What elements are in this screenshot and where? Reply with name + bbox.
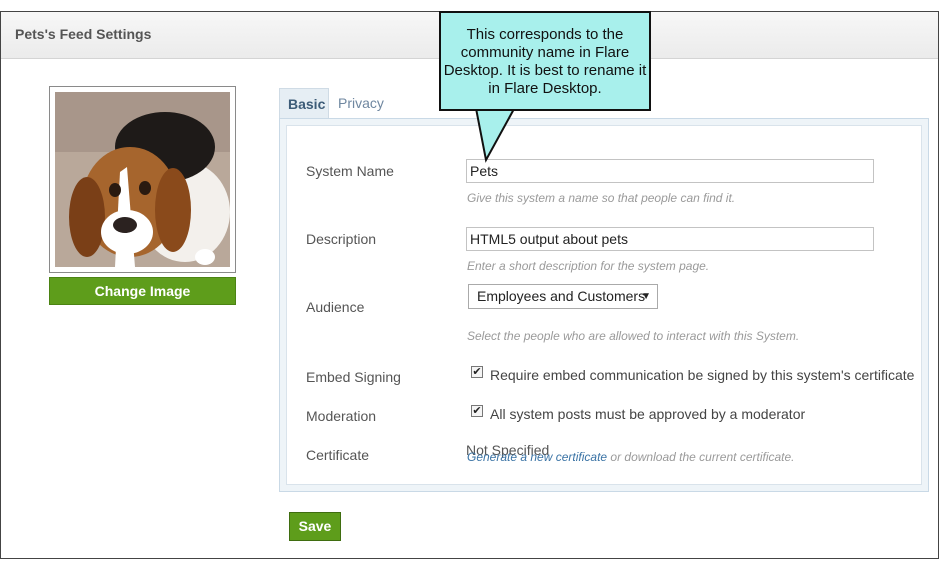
description-input[interactable]: HTML5 output about pets bbox=[466, 227, 874, 251]
change-image-button[interactable]: Change Image bbox=[49, 277, 236, 305]
page-title: Pets's Feed Settings bbox=[15, 26, 152, 42]
save-button[interactable]: Save bbox=[289, 512, 341, 541]
description-hint: Enter a short description for the system… bbox=[467, 259, 710, 273]
audience-hint: Select the people who are allowed to int… bbox=[467, 329, 800, 343]
embed-signing-text: Require embed communication be signed by… bbox=[490, 367, 915, 383]
moderation-text: All system posts must be approved by a m… bbox=[490, 406, 806, 422]
system-name-label: System Name bbox=[306, 163, 394, 179]
moderation-label: Moderation bbox=[306, 408, 377, 424]
system-name-hint: Give this system a name so that people c… bbox=[467, 191, 736, 205]
embed-signing-label: Embed Signing bbox=[306, 369, 401, 385]
description-label: Description bbox=[306, 231, 377, 247]
certificate-actions: Generate a new certificate or download t… bbox=[467, 450, 795, 464]
moderation-checkbox[interactable]: ✔ bbox=[471, 405, 483, 417]
tab-basic[interactable]: Basic bbox=[279, 88, 329, 118]
certificate-actions-suffix: or download the current certificate. bbox=[607, 450, 795, 464]
audience-select[interactable]: Employees and Customers ▼ bbox=[468, 284, 658, 309]
system-image bbox=[55, 92, 230, 267]
callout-text: This corresponds to the community name i… bbox=[443, 26, 647, 97]
annotation-callout: This corresponds to the community name i… bbox=[439, 11, 651, 111]
system-image-frame bbox=[49, 86, 236, 273]
generate-certificate-link[interactable]: Generate a new certificate bbox=[467, 450, 607, 464]
dropdown-arrow-icon: ▼ bbox=[641, 291, 651, 302]
tab-privacy[interactable]: Privacy bbox=[330, 88, 392, 118]
audience-label: Audience bbox=[306, 299, 365, 315]
audience-selected-value: Employees and Customers bbox=[477, 288, 646, 304]
embed-signing-checkbox[interactable]: ✔ bbox=[471, 366, 483, 378]
certificate-label: Certificate bbox=[306, 447, 370, 463]
